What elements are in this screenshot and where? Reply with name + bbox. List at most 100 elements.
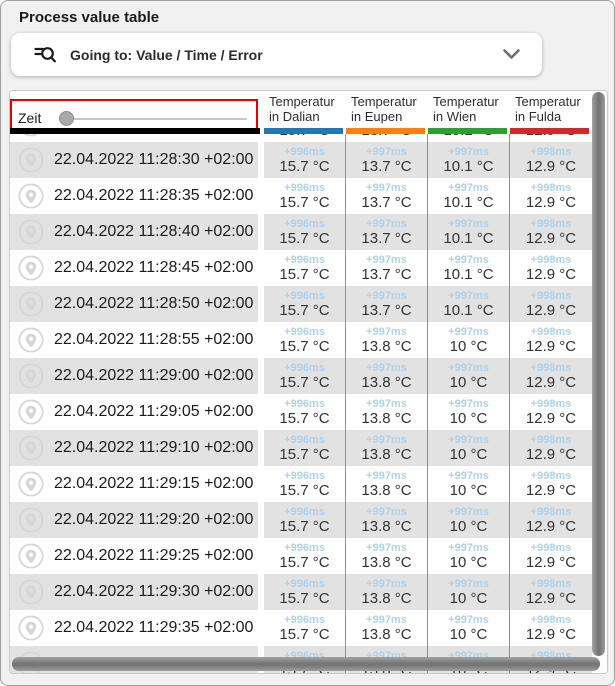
temperature-cell: +997ms13.8 °C	[346, 502, 428, 538]
ms-offset-label: +998ms	[531, 434, 572, 446]
column-header-line1: Temperatur	[269, 94, 346, 109]
time-slider-thumb[interactable]	[59, 111, 74, 126]
ms-offset-label: +996ms	[284, 218, 325, 230]
temperature-value: 15.7 °C	[279, 626, 329, 643]
temperature-cell: +997ms13.8 °C	[346, 466, 428, 502]
timestamp: 22.04.2022 11:28:45 +02:00	[54, 259, 253, 277]
temperature-value: 15.7 °C	[279, 158, 329, 175]
time-slider[interactable]	[57, 111, 247, 127]
temperature-cell: +997ms13.8 °C	[346, 394, 428, 430]
going-to-dropdown[interactable]: Going to: Value / Time / Error	[11, 33, 542, 76]
temperature-value: 10.1 °C	[443, 266, 493, 283]
timestamp-cell: 22.04.2022 11:29:35 +02:00	[10, 610, 258, 646]
timestamp: 22.04.2022 11:28:30 +02:00	[54, 151, 253, 169]
timestamp-cell: 22.04.2022 11:28:25 +02:00	[10, 134, 258, 142]
temperature-cell: +998ms12.9 °C	[510, 610, 592, 646]
temperature-value: 13.8 °C	[361, 590, 411, 607]
ms-offset-label: +996ms	[284, 182, 325, 194]
temperature-value: 10 °C	[450, 374, 488, 391]
chevron-down-icon[interactable]	[503, 49, 520, 60]
ms-offset-label: +997ms	[448, 470, 489, 482]
ms-offset-label: +997ms	[448, 290, 489, 302]
temperature-value: 12.9 °C	[526, 194, 576, 211]
temperature-value: 13.7 °C	[361, 158, 411, 175]
temperature-cell: +998ms12.9 °C	[510, 466, 592, 502]
ms-offset-label: +997ms	[366, 362, 407, 374]
temperature-cell: +997ms10 °C	[428, 358, 510, 394]
location-pin-icon	[18, 134, 44, 142]
ms-offset-label: +997ms	[448, 434, 489, 446]
ms-offset-label: +996ms	[284, 614, 325, 626]
ms-offset-label: +997ms	[366, 254, 407, 266]
location-pin-icon	[18, 327, 44, 358]
timestamp-cell: 22.04.2022 11:29:10 +02:00	[10, 430, 258, 466]
temperature-cell: +997ms10.1 °C	[428, 214, 510, 250]
location-pin-icon	[18, 183, 44, 214]
temperature-value: 10 °C	[450, 338, 488, 355]
table-header: Zeit Temperaturin DalianTemperaturin Eup…	[10, 91, 607, 134]
vertical-scrollbar-thumb[interactable]	[592, 92, 605, 656]
temperature-value: 13.8 °C	[361, 626, 411, 643]
series-color-underline	[428, 128, 507, 134]
ms-offset-label: +997ms	[366, 578, 407, 590]
temperature-cell: +998ms12.9 °C	[510, 502, 592, 538]
column-header-line1: Temperatur	[515, 94, 592, 109]
temperature-cell: +996ms15.7 °C	[264, 394, 346, 430]
temperature-cell: +997ms13.8 °C	[346, 358, 428, 394]
ms-offset-label: +998ms	[531, 146, 572, 158]
series-color-underline	[346, 128, 425, 134]
horizontal-scrollbar-thumb[interactable]	[12, 657, 600, 671]
temperature-value: 12.9 °C	[526, 374, 576, 391]
temperature-cell: +997ms10 °C	[428, 538, 510, 574]
location-pin-icon	[18, 219, 44, 250]
temperature-value: 15.7 °C	[279, 554, 329, 571]
temperature-value: 12.9 °C	[526, 482, 576, 499]
table-body: 22.04.2022 11:28:25 +02:00+996ms15.7 °C+…	[10, 134, 607, 673]
timestamp-cell: 22.04.2022 11:28:30 +02:00	[10, 142, 258, 178]
time-slider-track[interactable]	[65, 118, 247, 120]
temperature-cell: +998ms12.9 °C	[510, 358, 592, 394]
ms-offset-label: +998ms	[531, 398, 572, 410]
ms-offset-label: +996ms	[284, 470, 325, 482]
column-header: Temperaturin Dalian	[264, 91, 346, 134]
temperature-value: 10.1 °C	[443, 134, 493, 139]
temperature-value: 13.7 °C	[361, 194, 411, 211]
timestamp-cell: 22.04.2022 11:28:50 +02:00	[10, 286, 258, 322]
table-row: 22.04.2022 11:28:30 +02:00+996ms15.7 °C+…	[10, 142, 607, 178]
temperature-value: 12.9 °C	[526, 158, 576, 175]
temperature-value: 13.8 °C	[361, 446, 411, 463]
table-row: 22.04.2022 11:28:35 +02:00+996ms15.7 °C+…	[10, 178, 607, 214]
temperature-cell: +997ms10 °C	[428, 466, 510, 502]
ms-offset-label: +998ms	[531, 578, 572, 590]
timestamp-cell: 22.04.2022 11:29:05 +02:00	[10, 394, 258, 430]
temperature-cell: +997ms13.7 °C	[346, 134, 428, 142]
temperature-value: 15.7 °C	[279, 302, 329, 319]
ms-offset-label: +996ms	[284, 326, 325, 338]
table-row: 22.04.2022 11:29:30 +02:00+996ms15.7 °C+…	[10, 574, 607, 610]
temperature-value: 12.9 °C	[526, 134, 576, 139]
ms-offset-label: +997ms	[366, 182, 407, 194]
table-row: 22.04.2022 11:29:05 +02:00+996ms15.7 °C+…	[10, 394, 607, 430]
ms-offset-label: +997ms	[366, 218, 407, 230]
column-header-line2: in Dalian	[269, 109, 346, 124]
ms-offset-label: +997ms	[448, 182, 489, 194]
temperature-value: 13.7 °C	[361, 266, 411, 283]
temperature-cell: +996ms15.7 °C	[264, 178, 346, 214]
ms-offset-label: +998ms	[531, 362, 572, 374]
temperature-value: 10.1 °C	[443, 194, 493, 211]
temperature-cell: +996ms15.7 °C	[264, 538, 346, 574]
temperature-cell: +996ms15.7 °C	[264, 502, 346, 538]
ms-offset-label: +998ms	[531, 254, 572, 266]
page-title: Process value table	[1, 1, 614, 33]
temperature-value: 10 °C	[450, 446, 488, 463]
timestamp: 22.04.2022 11:28:35 +02:00	[54, 187, 253, 205]
series-color-underline	[264, 128, 343, 134]
temperature-cell: +997ms10 °C	[428, 394, 510, 430]
temperature-cell: +996ms15.7 °C	[264, 430, 346, 466]
temperature-column-headers: Temperaturin DalianTemperaturin EupenTem…	[264, 91, 592, 134]
ms-offset-label: +997ms	[448, 326, 489, 338]
table-row: 22.04.2022 11:29:35 +02:00 +996ms15.7 °C +…	[10, 610, 607, 646]
timestamp-cell: 22.04.2022 11:28:55 +02:00	[10, 322, 258, 358]
temperature-cell: +997ms10.1 °C	[428, 250, 510, 286]
temperature-value: 15.7 °C	[279, 338, 329, 355]
